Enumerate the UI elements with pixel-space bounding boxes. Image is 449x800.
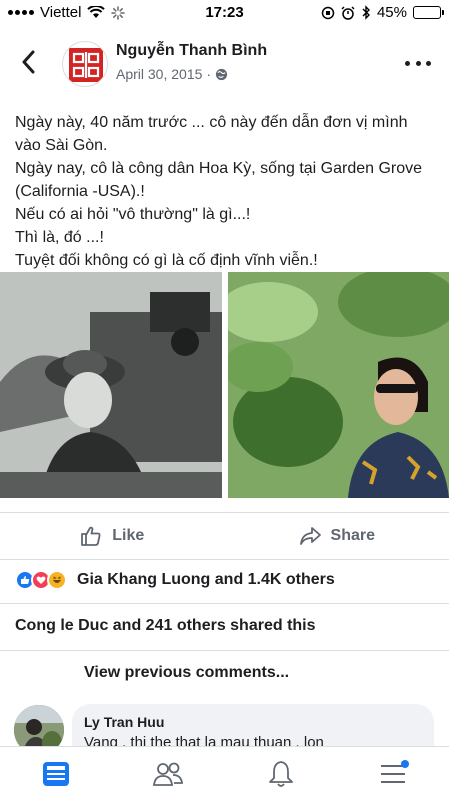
meta-separator: · bbox=[206, 66, 212, 82]
post-text-line: Ngày này, 40 năm trước ... cô này đến dẫ… bbox=[15, 114, 408, 154]
photo-historical-bw-art bbox=[0, 272, 222, 498]
status-bar: Viettel 17:23 45% bbox=[0, 0, 449, 26]
comment-author[interactable]: Ly Tran Huu bbox=[84, 714, 422, 730]
like-button[interactable]: Like bbox=[0, 513, 225, 559]
alarm-icon bbox=[341, 5, 355, 20]
author-name[interactable]: Nguyễn Thanh Bình bbox=[116, 42, 267, 60]
menu-notification-dot bbox=[400, 759, 409, 768]
author-avatar-logo bbox=[69, 48, 103, 82]
nav-news-feed[interactable] bbox=[26, 752, 86, 796]
post-text-line: Tuyệt đối không có gì là cố định vĩnh vi… bbox=[15, 252, 318, 269]
globe-icon bbox=[216, 68, 228, 80]
post-text-line: Thì là, đó ...! bbox=[15, 229, 104, 246]
reactions-summary[interactable]: Gia Khang Luong and 1.4K others bbox=[15, 570, 335, 590]
post-photos bbox=[0, 272, 449, 498]
section-divider bbox=[0, 650, 449, 651]
post-text: Ngày này, 40 năm trước ... cô này đến dẫ… bbox=[15, 111, 435, 272]
post-date[interactable]: April 30, 2015 bbox=[116, 66, 202, 82]
battery-icon bbox=[413, 6, 444, 19]
status-right: 45% bbox=[321, 4, 444, 21]
photo-historical-bw[interactable] bbox=[0, 272, 222, 498]
back-button[interactable] bbox=[16, 47, 40, 77]
share-button[interactable]: Share bbox=[225, 513, 449, 559]
haha-reaction-icon bbox=[47, 570, 67, 590]
post-meta: April 30, 2015 · bbox=[116, 66, 228, 82]
reactions-text: Gia Khang Luong and 1.4K others bbox=[77, 571, 335, 588]
shares-summary[interactable]: Cong le Duc and 241 others shared this bbox=[15, 617, 316, 635]
thumbs-up-icon bbox=[81, 526, 101, 546]
nav-notifications[interactable] bbox=[251, 752, 311, 796]
view-previous-comments[interactable]: View previous comments... bbox=[84, 664, 289, 682]
more-options-button[interactable] bbox=[405, 55, 431, 71]
bottom-nav bbox=[0, 746, 449, 800]
notifications-icon bbox=[268, 760, 293, 787]
author-avatar[interactable] bbox=[62, 41, 108, 87]
like-label: Like bbox=[112, 527, 145, 544]
more-dot-icon bbox=[405, 60, 410, 66]
post-actions: Like Share bbox=[0, 512, 449, 560]
section-divider bbox=[0, 603, 449, 604]
photo-woman-garden[interactable] bbox=[228, 272, 449, 498]
post-text-line: Nếu có ai hỏi "vô thường" là gì...! bbox=[15, 206, 251, 223]
bluetooth-icon bbox=[362, 5, 370, 20]
battery-percent: 45% bbox=[376, 4, 407, 21]
chevron-left-icon bbox=[22, 50, 35, 74]
nav-menu[interactable] bbox=[363, 752, 423, 796]
share-label: Share bbox=[330, 527, 375, 544]
nav-friends[interactable] bbox=[138, 752, 198, 796]
share-icon bbox=[299, 527, 321, 545]
post-text-line: Ngày nay, cô là công dân Hoa Kỳ, sống tạ… bbox=[15, 160, 423, 200]
photo-woman-garden-art bbox=[228, 272, 449, 498]
reaction-icons bbox=[15, 570, 67, 590]
friends-icon bbox=[153, 762, 184, 786]
orientation-lock-icon bbox=[321, 6, 335, 19]
post-header: Nguyễn Thanh Bình April 30, 2015 · bbox=[0, 33, 449, 95]
news-feed-icon bbox=[43, 761, 70, 786]
